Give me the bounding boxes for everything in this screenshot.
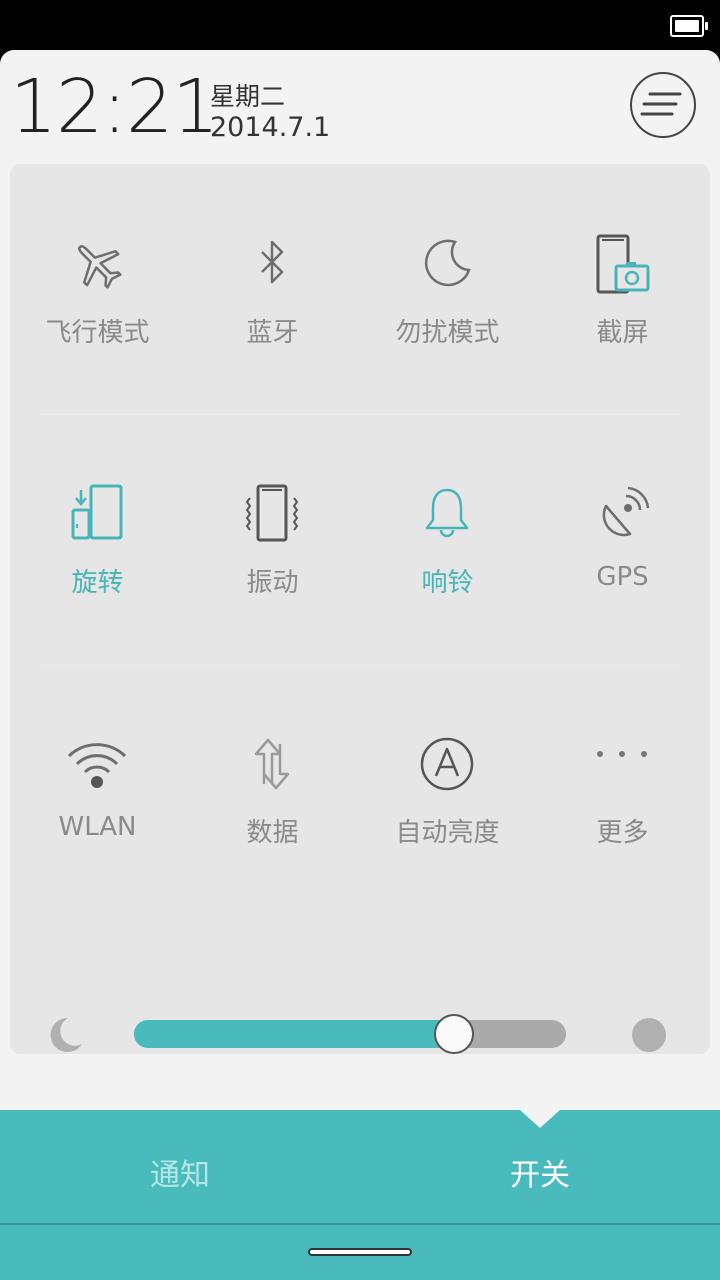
more-icon xyxy=(597,751,647,757)
active-tab-indicator xyxy=(520,1110,560,1128)
toggle-gps[interactable]: GPS xyxy=(535,414,710,664)
tab-switches[interactable]: 开关 xyxy=(360,1150,720,1194)
toggle-dnd[interactable]: 勿扰模式 xyxy=(360,164,535,414)
drag-handle[interactable] xyxy=(308,1248,412,1256)
rotate-icon xyxy=(71,484,123,540)
clock: 12:21 xyxy=(10,64,219,150)
toggle-rotate[interactable]: 旋转 xyxy=(10,414,185,664)
divider xyxy=(0,1223,720,1225)
bottom-tab-bar: 通知 开关 xyxy=(0,1110,720,1280)
vibrate-icon xyxy=(245,484,299,542)
toggle-label: 数据 xyxy=(246,818,299,848)
toggle-label: 响铃 xyxy=(421,568,474,598)
toggle-vibrate[interactable]: 振动 xyxy=(185,414,360,664)
toggle-auto-brightness[interactable]: 自动亮度 xyxy=(360,664,535,914)
menu-icon xyxy=(640,92,682,116)
battery-icon xyxy=(670,15,708,37)
toggle-ring[interactable]: 响铃 xyxy=(360,414,535,664)
brightness-high-icon xyxy=(632,1018,666,1052)
brightness-low-icon xyxy=(50,1017,82,1052)
toggle-data[interactable]: 数据 xyxy=(185,664,360,914)
toggle-grid: 飞行模式 蓝牙 勿扰模式 截屏 旋转 振动 响铃 GPS WLAN 数据 自动亮… xyxy=(10,164,710,1054)
auto-brightness-icon xyxy=(420,737,474,791)
toggle-label: 振动 xyxy=(246,568,299,598)
bluetooth-icon xyxy=(261,240,284,284)
toggle-label: 自动亮度 xyxy=(395,818,500,848)
toggle-more[interactable]: 更多 xyxy=(535,664,710,914)
tab-notifications[interactable]: 通知 xyxy=(0,1150,360,1194)
toggle-label: 蓝牙 xyxy=(246,318,299,348)
wifi-icon xyxy=(67,743,127,788)
date: 2014.7.1 xyxy=(210,112,331,143)
toggle-label: 旋转 xyxy=(71,568,124,598)
toggle-airplane[interactable]: 飞行模式 xyxy=(10,164,185,414)
toggle-label: WLAN xyxy=(58,812,137,842)
brightness-slider-thumb[interactable] xyxy=(433,1014,474,1054)
bell-icon xyxy=(425,488,469,538)
quick-settings-panel: 12:21 星期二 2014.7.1 飞行模式 蓝牙 勿扰模式 截屏 旋转 振动… xyxy=(0,50,720,1110)
toggle-label: 勿扰模式 xyxy=(395,318,500,348)
settings-menu-button[interactable] xyxy=(630,72,696,138)
toggle-label: 飞行模式 xyxy=(45,318,150,348)
status-bar xyxy=(0,0,720,50)
moon-icon xyxy=(424,239,471,287)
gps-icon xyxy=(602,486,650,537)
brightness-slider[interactable] xyxy=(134,1014,566,1054)
toggle-wlan[interactable]: WLAN xyxy=(10,664,185,914)
toggle-label: 截屏 xyxy=(596,318,649,348)
weekday: 星期二 xyxy=(210,82,286,111)
brightness-slider-fill xyxy=(134,1020,454,1048)
screenshot-icon xyxy=(596,234,650,294)
toggle-screenshot[interactable]: 截屏 xyxy=(535,164,710,414)
data-icon xyxy=(254,738,290,790)
toggle-bluetooth[interactable]: 蓝牙 xyxy=(185,164,360,414)
airplane-icon xyxy=(78,245,122,289)
toggle-label: GPS xyxy=(596,562,649,592)
toggle-label: 更多 xyxy=(596,818,649,848)
